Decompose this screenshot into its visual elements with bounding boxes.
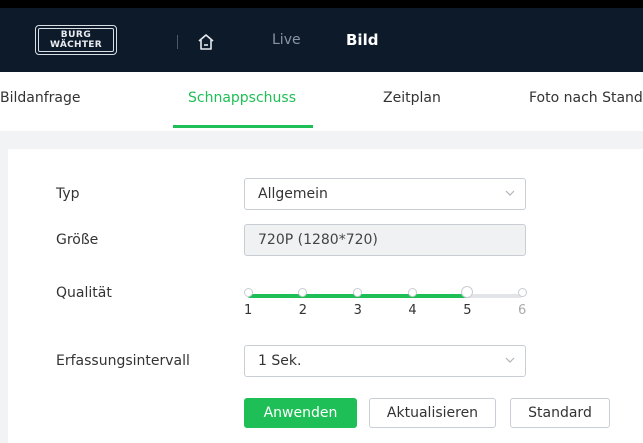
default-button[interactable]: Standard [510,398,610,428]
slider-track[interactable] [248,294,522,298]
nav-item-live[interactable]: Live [272,32,301,48]
chevron-down-icon [505,190,515,196]
typ-label: Typ [56,186,80,202]
groesse-field: 720P (1280*720) [244,224,526,256]
tab-schnappschuss[interactable]: Schnappschuss [188,90,296,106]
chevron-down-icon [505,357,515,363]
slider-tick-label: 2 [298,303,308,318]
top-navigation-bar: BURG WÄCHTER Live Bild [0,8,643,72]
active-tab-indicator [173,125,313,128]
slider-step-dot[interactable] [517,288,527,297]
tab-zeitplan[interactable]: Zeitplan [383,90,441,106]
apply-button[interactable]: Anwenden [244,398,357,428]
logo-text-line1: BURG [60,30,92,40]
slider-tick-label: 1 [244,303,253,318]
slider-step-dot[interactable] [407,288,417,297]
typ-select[interactable]: Allgemein [244,178,526,210]
tab-foto-nach-stand[interactable]: Foto nach Stand [529,90,643,106]
slider-tick-label: 4 [408,303,417,318]
app-window: BURG WÄCHTER Live Bild Bildanfrage Schna… [0,8,643,443]
refresh-button[interactable]: Aktualisieren [369,398,496,428]
logo-inner: BURG WÄCHTER [38,28,114,52]
typ-select-value: Allgemein [258,186,328,202]
intervall-select-value: 1 Sek. [258,353,302,369]
tab-bar: Bildanfrage Schnappschuss Zeitplan Foto … [0,72,643,131]
burg-waechter-logo[interactable]: BURG WÄCHTER [35,25,117,55]
slider-step-dot[interactable] [243,288,253,297]
tab-bildanfrage[interactable]: Bildanfrage [0,90,81,106]
snapshot-settings-panel: Typ Allgemein Größe 720P (1280*720) Qual… [8,149,643,443]
home-icon[interactable] [197,33,215,51]
intervall-select[interactable]: 1 Sek. [244,345,526,377]
intervall-label: Erfassungsintervall [56,353,190,369]
header-divider [177,35,178,49]
slider-tick-label: 6 [518,303,527,318]
slider-tick-label: 5 [463,303,472,318]
groesse-label: Größe [56,232,99,248]
groesse-field-value: 720P (1280*720) [258,232,378,248]
nav-item-bild[interactable]: Bild [346,31,378,49]
logo-text-line2: WÄCHTER [50,40,102,50]
slider-tick-label: 3 [353,303,362,318]
qualitaet-label: Qualität [56,285,112,301]
